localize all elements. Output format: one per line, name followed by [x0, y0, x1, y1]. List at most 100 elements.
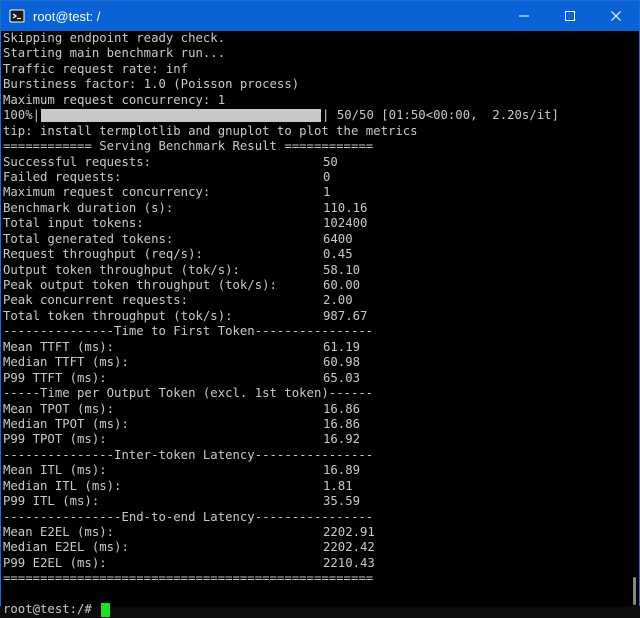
tip-line: tip: install termplotlib and gnuplot to …: [3, 123, 418, 138]
close-icon: [611, 11, 621, 21]
metric-value: 0.45: [323, 247, 353, 262]
metric-row: Median TPOT (ms): 16.86: [3, 417, 629, 432]
terminal-window: root@test: / Skipping endpoint ready che…: [0, 0, 640, 617]
terminal-app-icon: [9, 8, 25, 24]
metric-row: Total token throughput (tok/s): 987.67: [3, 309, 629, 324]
metric-value: 16.92: [323, 432, 361, 447]
metric-value: 0: [323, 169, 331, 184]
vertical-scrollbar[interactable]: [629, 31, 639, 606]
metric-label: Mean TTFT (ms):: [3, 339, 115, 354]
section-header-e2el: ----------------End-to-end Latency------…: [3, 509, 374, 524]
metric-value: 16.86: [323, 416, 361, 431]
metric-row: P99 TPOT (ms): 16.92: [3, 432, 629, 447]
metric-row: Median E2EL (ms): 2202.42: [3, 540, 629, 555]
progress-percent: 100%|: [3, 108, 41, 123]
metric-row: Failed requests: 0: [3, 170, 629, 185]
output-line: Skipping endpoint ready check.: [3, 31, 226, 45]
metric-row: Maximum request concurrency: 1: [3, 185, 629, 200]
progress-bar: [41, 109, 322, 123]
metric-label: Output token throughput (tok/s):: [3, 262, 240, 277]
metric-value: 2202.42: [323, 540, 375, 555]
metric-label: Request throughput (req/s):: [3, 247, 203, 262]
metric-label: Failed requests:: [3, 169, 122, 184]
metric-row: Output token throughput (tok/s): 58.10: [3, 263, 629, 278]
output-line: Burstiness factor: 1.0 (Poisson process): [3, 77, 300, 92]
output-line: Maximum request concurrency: 1: [3, 92, 226, 107]
metric-row: Peak output token throughput (tok/s): 60.…: [3, 278, 629, 293]
output-line: Starting main benchmark run...: [3, 46, 226, 61]
metric-row: Mean TPOT (ms): 16.86: [3, 402, 629, 417]
metric-row: Total input tokens: 102400: [3, 216, 629, 231]
metric-label: Maximum request concurrency:: [3, 185, 211, 200]
metric-row: Median TTFT (ms): 60.98: [3, 355, 629, 370]
metric-value: 58.10: [323, 262, 361, 277]
metric-value: 110.16: [323, 200, 368, 215]
metric-value: 61.19: [323, 339, 361, 354]
metric-label: Mean ITL (ms):: [3, 463, 107, 478]
metric-label: Benchmark duration (s):: [3, 200, 174, 215]
metric-row: Successful requests: 50: [3, 155, 629, 170]
metric-label: Median TTFT (ms):: [3, 355, 129, 370]
metric-label: Successful requests:: [3, 154, 152, 169]
metric-label: Median E2EL (ms):: [3, 540, 129, 555]
metric-row: Mean E2EL (ms): 2202.91: [3, 525, 629, 540]
metric-row: Median ITL (ms): 1.81: [3, 479, 629, 494]
footer-rule: ========================================…: [3, 571, 374, 586]
shell-prompt-line[interactable]: root@test:/#: [3, 602, 629, 617]
metric-row: Peak concurrent requests: 2.00: [3, 293, 629, 308]
metric-value: 16.89: [323, 463, 361, 478]
metric-row: Request throughput (req/s): 0.45: [3, 247, 629, 262]
window-controls: [501, 1, 639, 31]
metric-value: 60.00: [323, 278, 361, 292]
metric-row: Total generated tokens: 6400: [3, 232, 629, 247]
metric-value: 60.98: [323, 355, 361, 370]
metric-label: P99 TPOT (ms):: [3, 432, 107, 447]
scrollbar-thumb[interactable]: [633, 577, 636, 605]
metric-value: 2202.91: [323, 525, 375, 539]
metric-label: Median ITL (ms):: [3, 478, 122, 493]
metric-value: 65.03: [323, 370, 361, 385]
progress-line: 100%| | 50/50 [01:50<00:00, 2.20s/it]: [3, 108, 629, 123]
metric-value: 987.67: [323, 308, 368, 323]
metric-label: Total input tokens:: [3, 216, 144, 231]
metric-row: P99 E2EL (ms): 2210.43: [3, 556, 629, 571]
section-header-itl: ---------------Inter-token Latency------…: [3, 447, 374, 462]
metric-label: P99 E2EL (ms):: [3, 555, 107, 570]
metric-label: Median TPOT (ms):: [3, 416, 129, 431]
minimize-icon: [519, 15, 529, 17]
metric-value: 50: [323, 154, 338, 169]
text-cursor: [101, 602, 111, 617]
metric-label: Total token throughput (tok/s):: [3, 308, 233, 323]
metric-label: Peak output token throughput (tok/s):: [3, 278, 277, 292]
metric-row: P99 ITL (ms): 35.59: [3, 494, 629, 509]
metric-row: Mean ITL (ms): 16.89: [3, 463, 629, 478]
metric-row: Mean TTFT (ms): 61.19: [3, 340, 629, 355]
metric-label: Mean E2EL (ms):: [3, 525, 115, 539]
metric-value: 16.86: [323, 401, 361, 416]
metric-value: 6400: [323, 231, 353, 246]
metric-label: P99 TTFT (ms):: [3, 370, 107, 385]
metric-value: 2210.43: [323, 555, 375, 570]
metric-value: 102400: [323, 216, 368, 231]
metric-row: Benchmark duration (s): 110.16: [3, 201, 629, 216]
metric-value: 1.81: [323, 478, 353, 493]
close-button[interactable]: [593, 1, 639, 31]
metric-value: 1: [323, 185, 331, 200]
metric-value: 2.00: [323, 293, 353, 308]
metric-label: Total generated tokens:: [3, 231, 174, 246]
metric-row: P99 TTFT (ms): 65.03: [3, 371, 629, 386]
section-header-tpot: -----Time per Output Token (excl. 1st to…: [3, 386, 374, 401]
title-bar[interactable]: root@test: /: [1, 1, 639, 31]
metric-label: P99 ITL (ms):: [3, 494, 100, 509]
minimize-button[interactable]: [501, 1, 547, 31]
metric-label: Mean TPOT (ms):: [3, 401, 115, 416]
section-header-ttft: ---------------Time to First Token------…: [3, 324, 374, 339]
maximize-icon: [565, 11, 575, 21]
window-title: root@test: /: [33, 8, 101, 24]
metric-value: 35.59: [323, 494, 361, 509]
maximize-button[interactable]: [547, 1, 593, 31]
output-line: Traffic request rate: inf: [3, 61, 189, 76]
terminal-output[interactable]: Skipping endpoint ready check. Starting …: [1, 31, 629, 617]
progress-status: | 50/50 [01:50<00:00, 2.20s/it]: [322, 108, 559, 123]
